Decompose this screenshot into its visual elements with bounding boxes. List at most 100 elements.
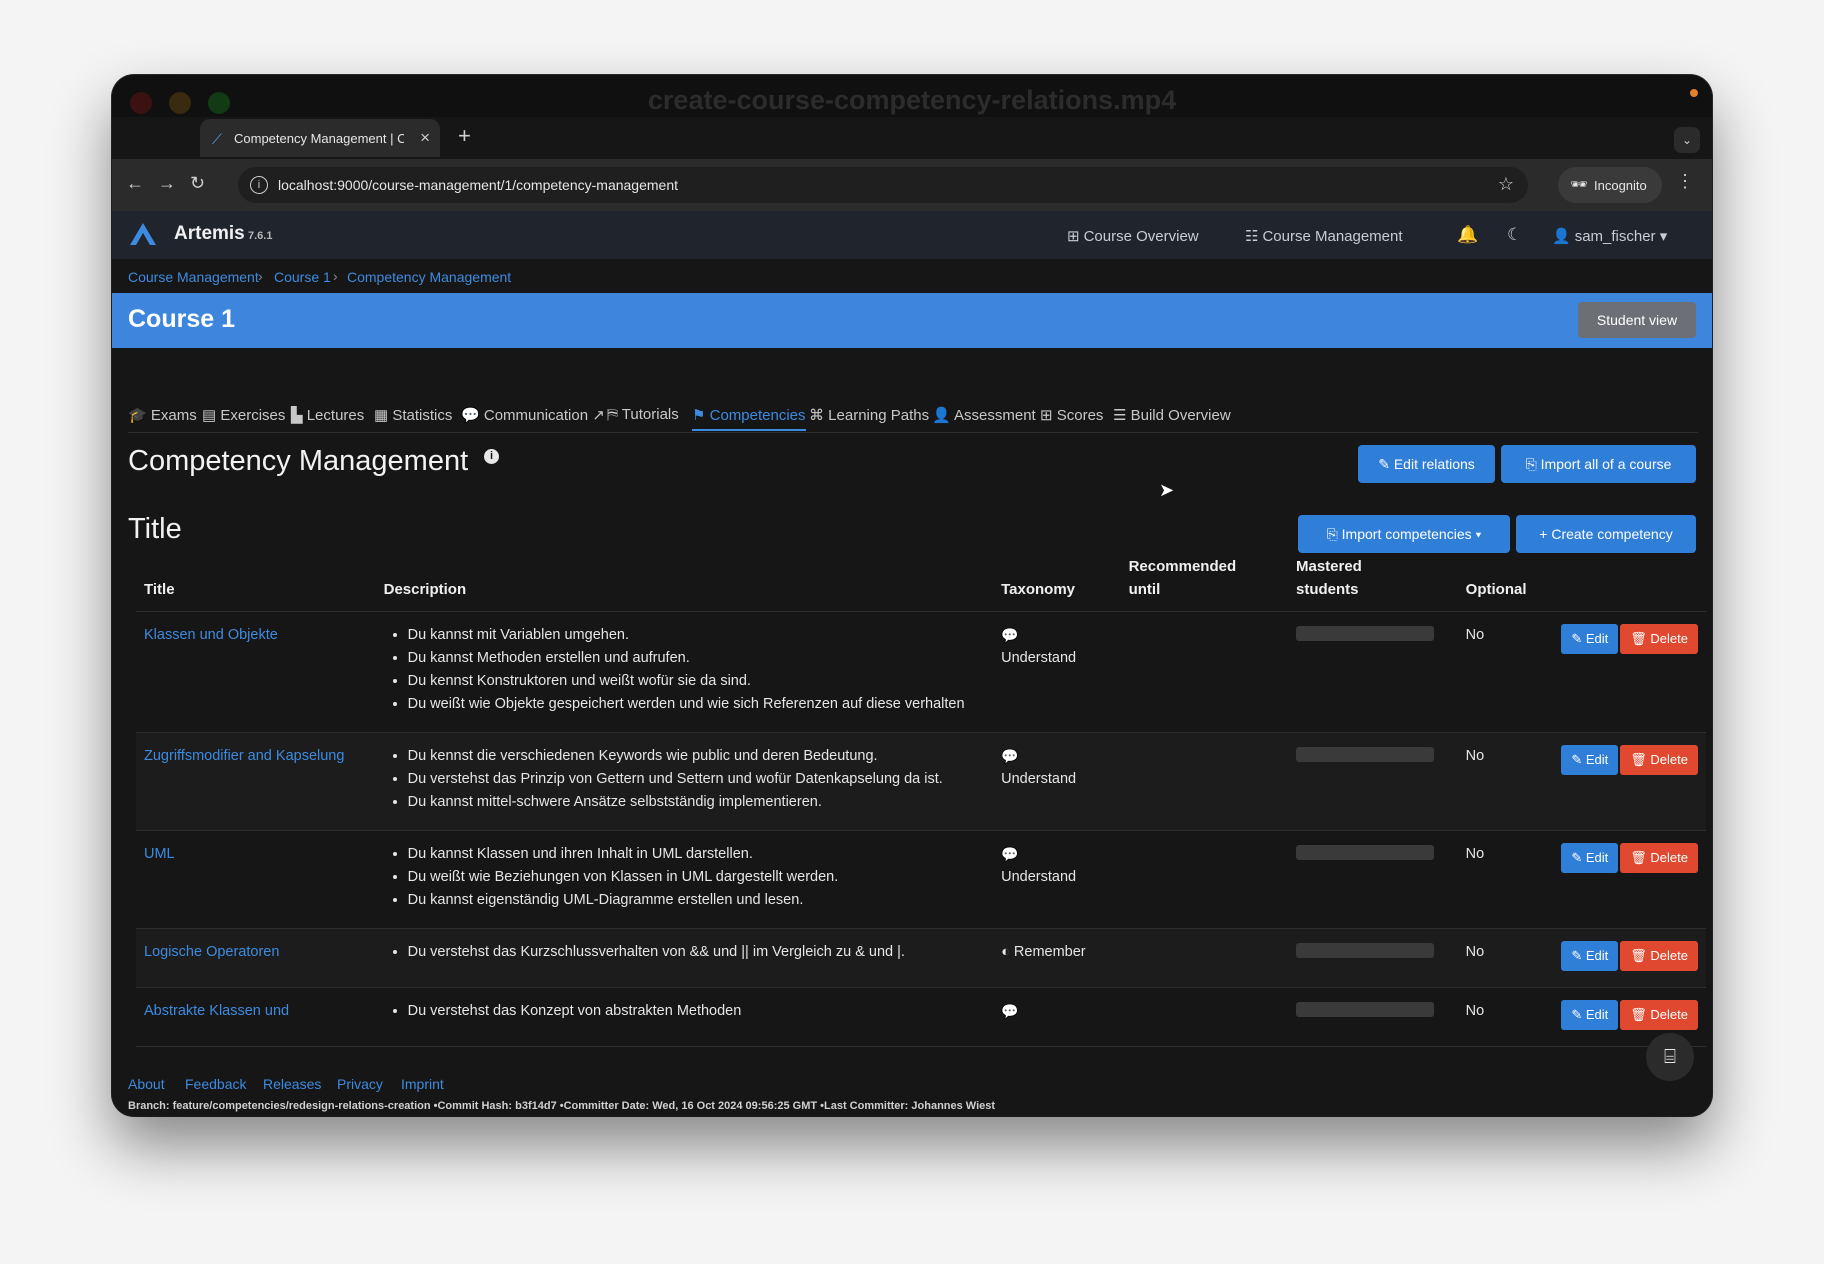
import-competencies-button[interactable]: ⎘ Import competencies ▾ — [1298, 515, 1510, 553]
delete-button[interactable]: 🗑 Delete — [1620, 1000, 1698, 1030]
tab-learning-paths[interactable]: ⌘ Learning Paths — [809, 406, 929, 424]
artemis-logo-icon[interactable] — [128, 221, 158, 247]
optional-value: No — [1457, 830, 1554, 929]
incognito-badge[interactable]: 🕶 Incognito — [1558, 167, 1662, 203]
pencil-icon: ✎ — [1571, 850, 1583, 865]
nav-course-overview[interactable]: ⊞ Course Overview — [1067, 227, 1199, 245]
delete-button[interactable]: 🗑 Delete — [1620, 745, 1698, 775]
url-bar[interactable]: i localhost:9000/course-management/1/com… — [238, 167, 1528, 203]
edit-label: Edit — [1585, 631, 1609, 646]
competency-table: Title Description Taxonomy Recommended u… — [136, 555, 1706, 1047]
user-menu[interactable]: 👤 sam_fischer ▾ — [1552, 227, 1667, 245]
tab-assessment[interactable]: 👤 Assessment — [932, 406, 1036, 424]
user-name: sam_fischer — [1574, 228, 1656, 245]
footer-link-feedback[interactable]: Feedback — [185, 1076, 246, 1092]
reload-icon[interactable]: ↻ — [190, 173, 205, 194]
tab-competencies-label: Competencies — [709, 407, 806, 424]
taxonomy-label: Understand — [1001, 771, 1077, 787]
tab-build-overview[interactable]: ☰ Build Overview — [1113, 406, 1231, 424]
edit-button[interactable]: ✎ Edit — [1561, 745, 1619, 775]
competency-description: Du kannst mit Variablen umgehen. Du kann… — [384, 624, 986, 716]
mouse-cursor-icon: ➤ — [1159, 480, 1175, 500]
trash-icon: 🗑 — [1630, 752, 1647, 767]
breadcrumb-course-management[interactable]: Course Management — [128, 269, 259, 285]
column-header-taxonomy[interactable]: Taxonomy — [993, 555, 1121, 612]
footer-link-imprint[interactable]: Imprint — [401, 1076, 444, 1092]
tab-lectures[interactable]: ▙ Lectures — [291, 406, 364, 424]
trash-icon: 🗑 — [1630, 948, 1647, 963]
browser-tab[interactable]: ⟋ Competency Management | C × — [200, 119, 440, 157]
competency-title-link[interactable]: Abstrakte Klassen und — [144, 1003, 289, 1019]
edit-button[interactable]: ✎ Edit — [1561, 624, 1619, 654]
tab-statistics[interactable]: ▦ Statistics — [374, 406, 452, 424]
optional-value: No — [1457, 987, 1554, 1047]
tab-communication[interactable]: 💬 Communication ↗ — [461, 406, 605, 424]
comments-icon: 💬 — [1001, 627, 1019, 643]
nav-course-management[interactable]: ☷ Course Management — [1245, 227, 1403, 245]
forward-icon[interactable]: → — [158, 173, 176, 194]
person-chalkboard-icon: ⛿ — [607, 406, 618, 423]
table-row: Zugriffsmodifier and Kapselung Du kennst… — [136, 732, 1706, 831]
file-import-icon: ⎘ — [1525, 456, 1537, 472]
site-info-icon[interactable]: i — [250, 176, 268, 194]
tab-exercises[interactable]: ▤ Exercises — [202, 406, 285, 424]
artemis-navbar: Artemis 7.6.1 ⊞ Course Overview ☷ Course M… — [112, 211, 1712, 259]
column-header-mastered-students[interactable]: Mastered students — [1287, 555, 1458, 612]
column-header-title[interactable]: Title — [136, 555, 376, 612]
close-tab-icon[interactable]: × — [420, 128, 430, 148]
trash-icon: 🗑 — [1630, 850, 1647, 865]
recommended-until-cell — [1120, 928, 1288, 988]
competency-title-link[interactable]: Zugriffsmodifier and Kapselung — [144, 748, 344, 764]
delete-button[interactable]: 🗑 Delete — [1620, 624, 1698, 654]
competency-title-link[interactable]: UML — [144, 846, 175, 862]
column-header-description[interactable]: Description — [375, 555, 994, 612]
footer-link-releases[interactable]: Releases — [263, 1076, 321, 1092]
tab-exams[interactable]: 🎓 Exams — [128, 406, 197, 424]
description-item: Du kannst eigenständig UML-Diagramme ers… — [408, 889, 986, 912]
taxonomy-label: Understand — [1001, 650, 1077, 666]
nav-course-overview-label: Course Overview — [1083, 228, 1199, 245]
competency-description: Du kennst die verschiedenen Keywords wie… — [384, 745, 986, 814]
bookmark-star-icon[interactable]: ☆ — [1498, 174, 1514, 195]
tab-search-chevron-icon[interactable]: ⌄ — [1674, 127, 1700, 153]
comments-icon: 💬 — [1001, 846, 1019, 862]
tab-scores[interactable]: ⊞ Scores — [1040, 406, 1103, 424]
url-text[interactable]: localhost:9000/course-management/1/compe… — [278, 177, 678, 193]
screen-capture-icon[interactable]: ⌸ — [1646, 1033, 1694, 1081]
column-header-actions — [1553, 555, 1706, 612]
breadcrumb: Course Management › Course 1 › Competenc… — [112, 259, 1712, 293]
delete-button[interactable]: 🗑 Delete — [1620, 843, 1698, 873]
info-circle-icon[interactable]: i — [484, 449, 499, 464]
competency-title-link[interactable]: Klassen und Objekte — [144, 627, 278, 643]
file-import-icon: ⎘ — [1326, 526, 1338, 542]
footer-link-about[interactable]: About — [128, 1076, 165, 1092]
import-all-button[interactable]: ⎘ Import all of a course — [1501, 445, 1696, 483]
delete-button[interactable]: 🗑 Delete — [1620, 941, 1698, 971]
incognito-icon: 🕶 — [1570, 176, 1588, 192]
create-competency-label: Create competency — [1551, 526, 1673, 542]
column-header-optional[interactable]: Optional — [1457, 555, 1554, 612]
breadcrumb-competency-management[interactable]: Competency Management — [347, 269, 511, 285]
pencil-icon: ✎ — [1571, 752, 1583, 767]
bell-icon[interactable]: 🔔 — [1457, 225, 1478, 245]
back-icon[interactable]: ← — [126, 173, 144, 194]
edit-button[interactable]: ✎ Edit — [1561, 941, 1619, 971]
breadcrumb-course-1[interactable]: Course 1 — [274, 269, 331, 285]
comments-icon: 💬 — [461, 407, 480, 424]
moon-icon[interactable]: ☾ — [1507, 225, 1522, 245]
edit-button[interactable]: ✎ Edit — [1561, 1000, 1619, 1030]
footer-link-privacy[interactable]: Privacy — [337, 1076, 383, 1092]
competency-title-link[interactable]: Logische Operatoren — [144, 944, 279, 960]
edit-relations-button[interactable]: ✎ Edit relations — [1358, 445, 1495, 483]
column-header-recommended-until[interactable]: Recommended until — [1120, 555, 1288, 612]
brand-name[interactable]: Artemis — [174, 223, 245, 245]
network-icon: ⌘ — [809, 407, 824, 424]
student-view-button[interactable]: Student view — [1578, 302, 1696, 338]
tab-competencies[interactable]: ⚑ Competencies — [692, 406, 806, 431]
edit-button[interactable]: ✎ Edit — [1561, 843, 1619, 873]
new-tab-icon[interactable]: + — [458, 123, 471, 149]
tab-tutorials[interactable]: ⛿ Tutorials — [607, 406, 679, 423]
browser-menu-icon[interactable]: ⋮ — [1676, 171, 1694, 192]
create-competency-button[interactable]: + Create competency — [1516, 515, 1696, 553]
tab-build-overview-label: Build Overview — [1130, 407, 1231, 424]
